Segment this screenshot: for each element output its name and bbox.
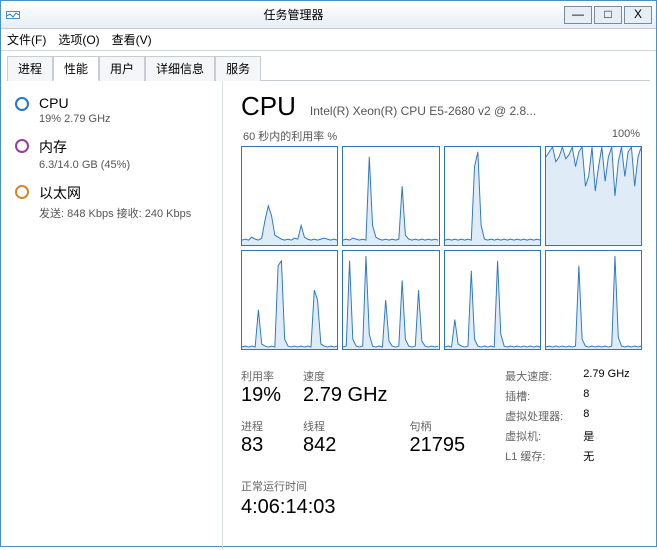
tabs: 进程 性能 用户 详细信息 服务 [7, 55, 650, 81]
minimize-button[interactable]: — [564, 6, 592, 24]
sidebar: CPU 19% 2.79 GHz 内存 6.3/14.0 GB (45%) 以太… [1, 81, 223, 550]
l1-value: 无 [583, 448, 629, 464]
cpu-chart-3 [545, 146, 642, 246]
max-speed-value: 2.79 GHz [583, 368, 629, 384]
sidebar-item-cpu[interactable]: CPU 19% 2.79 GHz [1, 89, 222, 131]
chart-caption-left: 60 秒内的利用率 % [243, 128, 337, 144]
page-title: CPU [241, 91, 296, 122]
sidebar-mem-title: 内存 [39, 137, 130, 157]
cpu-dot-icon [15, 97, 29, 111]
tab-users[interactable]: 用户 [99, 56, 145, 81]
l1-label: L1 缓存: [505, 448, 563, 464]
uptime-label: 正常运行时间 [241, 478, 642, 494]
sockets-label: 插槽: [505, 388, 563, 404]
speed-value: 2.79 GHz [303, 384, 387, 407]
sockets-value: 8 [583, 388, 629, 404]
sidebar-cpu-title: CPU [39, 95, 111, 111]
vproc-value: 8 [583, 408, 629, 424]
cpu-chart-4 [241, 250, 338, 350]
vm-value: 是 [583, 428, 629, 444]
uptime-block: 正常运行时间 4:06:14:03 [241, 478, 642, 519]
uptime-value: 4:06:14:03 [241, 496, 642, 519]
stats-block: 利用率 19% 速度 2.79 GHz 进程 83 线程 842 [241, 368, 642, 464]
main-panel: CPU Intel(R) Xeon(R) CPU E5-2680 v2 @ 2.… [223, 81, 656, 550]
thread-label: 线程 [303, 418, 387, 434]
cpu-chart-2 [444, 146, 541, 246]
tab-processes[interactable]: 进程 [7, 56, 53, 81]
cpu-chart-5 [342, 250, 439, 350]
cpu-chart-7 [545, 250, 642, 350]
util-value: 19% [241, 384, 281, 407]
proc-value: 83 [241, 434, 281, 457]
sidebar-eth-sub: 发送: 848 Kbps 接收: 240 Kbps [39, 205, 191, 221]
maximize-button[interactable]: □ [594, 6, 622, 24]
chart-caption-right: 100% [612, 128, 640, 144]
vproc-label: 虚拟处理器: [505, 408, 563, 424]
close-button[interactable]: X [624, 6, 652, 24]
cpu-chart-6 [444, 250, 541, 350]
cpu-chart-0 [241, 146, 338, 246]
max-speed-label: 最大速度: [505, 368, 563, 384]
tab-performance[interactable]: 性能 [53, 56, 99, 81]
eth-dot-icon [15, 185, 29, 199]
menu-options[interactable]: 选项(O) [58, 31, 99, 48]
stats-left: 利用率 19% 速度 2.79 GHz 进程 83 线程 842 [241, 368, 465, 464]
content: CPU 19% 2.79 GHz 内存 6.3/14.0 GB (45%) 以太… [1, 81, 656, 550]
sidebar-item-eth[interactable]: 以太网 发送: 848 Kbps 接收: 240 Kbps [1, 177, 222, 227]
cpu-chart-1 [342, 146, 439, 246]
tab-details[interactable]: 详细信息 [145, 56, 215, 81]
tab-services[interactable]: 服务 [215, 56, 261, 81]
cpu-model: Intel(R) Xeon(R) CPU E5-2680 v2 @ 2.8... [310, 104, 642, 118]
speed-label: 速度 [303, 368, 387, 384]
titlebar[interactable]: 任务管理器 — □ X [1, 1, 656, 29]
cpu-chart-grid [241, 146, 642, 350]
window-title: 任务管理器 [25, 6, 562, 23]
handle-value: 21795 [410, 434, 466, 457]
mem-dot-icon [15, 139, 29, 153]
stats-right: 最大速度: 2.79 GHz 插槽: 8 虚拟处理器: 8 虚拟机: 是 L1 … [505, 368, 630, 464]
menu-view[interactable]: 查看(V) [112, 31, 152, 48]
vm-label: 虚拟机: [505, 428, 563, 444]
menu-file[interactable]: 文件(F) [7, 31, 46, 48]
sidebar-mem-sub: 6.3/14.0 GB (45%) [39, 159, 130, 171]
handle-label: 句柄 [410, 418, 466, 434]
proc-label: 进程 [241, 418, 281, 434]
sidebar-eth-title: 以太网 [39, 183, 191, 203]
menubar: 文件(F) 选项(O) 查看(V) [1, 29, 656, 51]
util-label: 利用率 [241, 368, 281, 384]
task-manager-window: 任务管理器 — □ X 文件(F) 选项(O) 查看(V) 进程 性能 用户 详… [0, 0, 657, 547]
sidebar-item-mem[interactable]: 内存 6.3/14.0 GB (45%) [1, 131, 222, 177]
thread-value: 842 [303, 434, 387, 457]
sidebar-cpu-sub: 19% 2.79 GHz [39, 113, 111, 125]
app-icon [5, 7, 21, 23]
